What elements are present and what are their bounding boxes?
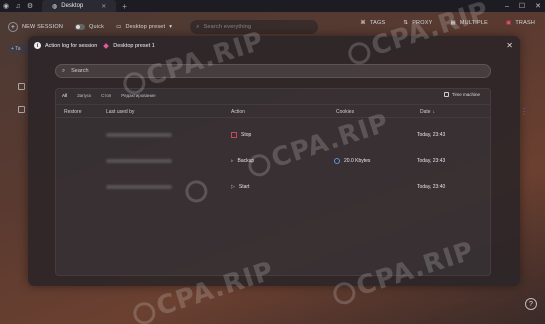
filter-tab-edit[interactable]: Редактирование xyxy=(121,93,155,98)
multiple-label: MULTIPLE xyxy=(459,20,488,26)
cookies-cell: 20.0 Kbytes xyxy=(334,158,370,164)
modal-title: Action log for session xyxy=(45,42,98,49)
play-icon: ▷ xyxy=(231,184,235,190)
plus-circle-icon: + xyxy=(8,22,18,32)
trash-button[interactable]: ▣ TRASH xyxy=(506,20,535,26)
more-options-icon[interactable]: ⋮ xyxy=(520,107,528,116)
close-window-icon[interactable]: ✕ xyxy=(535,2,541,10)
maximize-icon[interactable]: ☐ xyxy=(519,2,525,10)
last-used-by-email xyxy=(106,133,172,137)
action-label: Backup xyxy=(237,158,255,164)
new-tab-icon[interactable]: + xyxy=(122,2,127,11)
table-row[interactable]: ▷ Start Today, 23:40 xyxy=(56,175,490,201)
close-tab-icon[interactable]: ✕ xyxy=(101,3,106,10)
column-date-wrap[interactable]: Date ↓ xyxy=(420,109,435,115)
help-icon[interactable]: ? xyxy=(525,298,537,310)
new-session-button[interactable]: + NEW SESSION xyxy=(8,22,63,32)
search-icon: ⌕ xyxy=(62,67,66,74)
tab-title: Desktop xyxy=(61,3,84,9)
bell-icon[interactable]: ♫ xyxy=(12,0,24,12)
action-cell: ▹ Backup xyxy=(231,158,254,164)
app-logo-icon[interactable]: ◉ xyxy=(0,0,12,12)
log-search-input[interactable]: ⌕ Search xyxy=(55,64,491,78)
filter-tab-start[interactable]: Запуск xyxy=(77,93,91,98)
log-table-panel: All Запуск Стоп Редактирование Time mach… xyxy=(55,88,491,276)
column-last-used-by[interactable]: Last used by xyxy=(106,109,134,115)
preset-selector[interactable]: ▭ Desktop preset ▾ xyxy=(116,24,172,30)
filter-tabs: All Запуск Стоп Редактирование xyxy=(62,93,156,98)
last-used-by-email xyxy=(106,185,172,189)
action-cell: ▷ Start xyxy=(231,184,249,190)
globe-icon: ◍ xyxy=(52,3,58,10)
trash-icon: ▣ xyxy=(505,20,512,26)
tab-desktop[interactable]: ◍ Desktop ✕ xyxy=(42,0,117,12)
last-used-by-email xyxy=(106,159,172,163)
close-icon[interactable]: ✕ xyxy=(506,41,513,50)
title-bar: ◉ ♫ ⚙ ◍ Desktop ✕ + – ☐ ✕ xyxy=(0,0,545,12)
grid-icon: ▦ xyxy=(450,20,456,26)
chevron-down-icon: ▾ xyxy=(169,24,173,30)
action-cell: Stop xyxy=(231,132,251,138)
multiple-button[interactable]: ▦ MULTIPLE xyxy=(450,20,488,26)
preset-label: Desktop preset xyxy=(125,24,166,30)
column-action[interactable]: Action xyxy=(231,109,245,115)
action-log-modal: i Action log for session Desktop preset … xyxy=(28,36,520,286)
global-search-input[interactable]: ⌕ Search everything xyxy=(190,20,319,34)
quick-label: Quick xyxy=(89,24,105,30)
proxy-label: PROXY xyxy=(412,20,433,26)
column-date: Date xyxy=(420,109,431,115)
filter-tab-all[interactable]: All xyxy=(62,93,67,98)
gear-icon[interactable]: ⚙ xyxy=(24,0,36,12)
tag-icon: ⌘ xyxy=(360,20,366,26)
new-session-label: NEW SESSION xyxy=(22,24,64,30)
cookie-icon xyxy=(334,158,340,164)
table-row[interactable]: ▹ Backup 20.0 Kbytes Today, 23:43 xyxy=(56,149,490,175)
action-label: Start xyxy=(238,184,250,190)
quick-toggle[interactable]: Quick xyxy=(75,24,104,30)
sort-arrow-icon: ↓ xyxy=(432,109,436,115)
tags-button[interactable]: ⌘ TAGS xyxy=(360,20,385,26)
session-diamond-icon xyxy=(103,42,110,49)
date-cell: Today, 23:40 xyxy=(417,184,446,190)
desktop-icon: ▭ xyxy=(116,24,122,30)
checkbox-icon xyxy=(443,92,449,97)
stop-icon xyxy=(231,132,237,138)
info-icon: i xyxy=(34,42,41,49)
time-machine-toggle[interactable]: Time machine xyxy=(443,92,480,97)
proxy-button[interactable]: ⇅ PROXY xyxy=(403,20,432,26)
table-header: Restore Last used by Action Cookies Date… xyxy=(56,104,490,118)
date-cell: Today, 23:43 xyxy=(417,132,446,138)
background-row-checkbox[interactable] xyxy=(18,83,25,90)
modal-header: i Action log for session Desktop preset … xyxy=(34,42,155,49)
trash-label: TRASH xyxy=(515,20,535,26)
tags-label: TAGS xyxy=(370,20,386,26)
date-cell: Today, 23:43 xyxy=(417,158,446,164)
table-row[interactable]: Stop Today, 23:43 xyxy=(56,123,490,149)
cookies-size: 20.0 Kbytes xyxy=(344,158,371,164)
backup-icon: ▹ xyxy=(231,158,234,164)
session-name: Desktop preset 1 xyxy=(113,42,155,49)
log-search-placeholder: Search xyxy=(71,68,89,74)
time-machine-label: Time machine xyxy=(451,92,480,97)
column-cookies[interactable]: Cookies xyxy=(336,109,354,115)
action-label: Stop xyxy=(241,132,252,138)
search-icon: ⌕ xyxy=(196,23,200,30)
column-restore: Restore xyxy=(64,109,82,115)
search-placeholder: Search everything xyxy=(203,24,252,30)
filter-tab-stop[interactable]: Стоп xyxy=(101,93,111,98)
proxy-icon: ⇅ xyxy=(403,20,409,26)
background-row-checkbox[interactable] xyxy=(18,106,25,113)
window-controls: – ☐ ✕ xyxy=(505,0,541,12)
toggle-switch-icon xyxy=(75,24,86,30)
minimize-icon[interactable]: – xyxy=(505,3,509,10)
